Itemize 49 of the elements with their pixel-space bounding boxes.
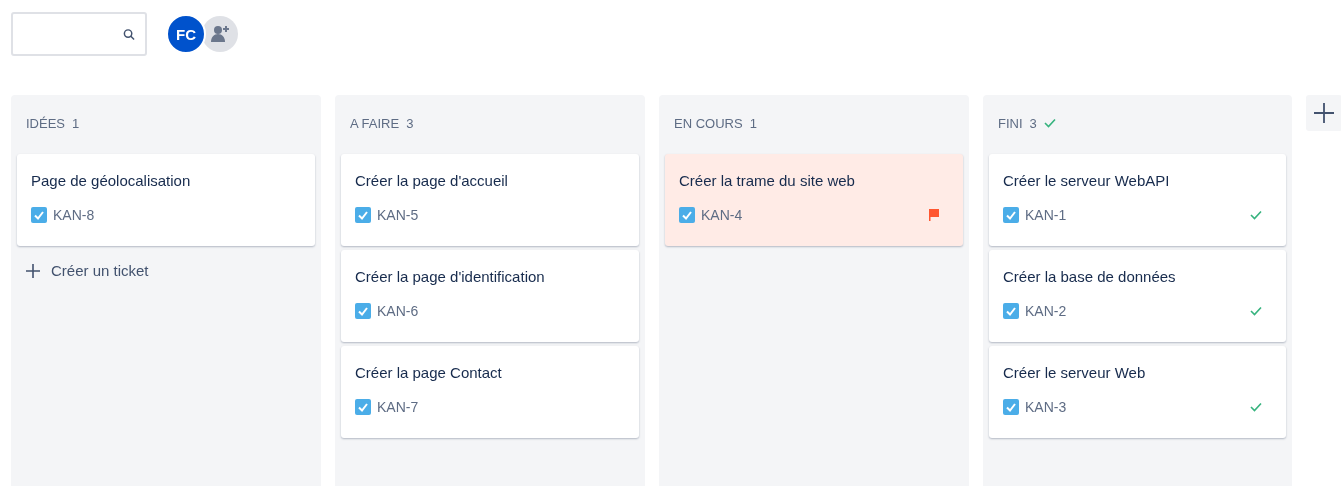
card-title: Page de géolocalisation	[31, 172, 192, 189]
task-icon	[679, 207, 695, 223]
add-user-icon[interactable]	[202, 16, 238, 52]
plus-icon	[26, 263, 40, 278]
issue-card[interactable]: Page de géolocalisation KAN-8	[17, 154, 315, 246]
search-field[interactable]	[11, 12, 147, 56]
issue-card[interactable]: Créer le serveur WebAPI KAN-1	[989, 154, 1286, 246]
issue-card[interactable]: Créer la page d'identification KAN-6	[341, 250, 639, 342]
issue-key: KAN-1	[1025, 207, 1067, 223]
plus-icon	[1314, 103, 1334, 123]
issue-count: 3	[1029, 115, 1037, 131]
task-icon	[355, 303, 371, 319]
create-ticket-button[interactable]: Créer un ticket	[17, 252, 158, 289]
issue-key: KAN-3	[1025, 399, 1067, 415]
card-title: Créer le serveur WebAPI	[1003, 172, 1171, 189]
task-icon	[1003, 399, 1019, 415]
issue-count: 3	[406, 115, 414, 131]
card-title: Créer la page d'accueil	[355, 172, 509, 189]
card-title: Créer la page d'identification	[355, 268, 546, 285]
issue-card[interactable]: Créer la trame du site web KAN-4	[665, 154, 963, 246]
card-title: Créer la trame du site web	[679, 172, 856, 189]
column-title: EN COURS	[674, 115, 743, 131]
card-title: Créer le serveur Web	[1003, 364, 1147, 381]
issue-card[interactable]: Créer la page Contact KAN-7	[341, 346, 639, 438]
column-title: A FAIRE	[350, 115, 400, 131]
task-icon	[355, 207, 371, 223]
card-title: Créer la base de données	[1003, 268, 1177, 285]
issue-key: KAN-8	[53, 207, 95, 223]
column-title: FINI	[998, 115, 1023, 131]
issue-card[interactable]: Créer le serveur Web KAN-3	[989, 346, 1286, 438]
issue-key: KAN-7	[377, 399, 419, 415]
issue-key: KAN-2	[1025, 303, 1067, 319]
task-icon	[31, 207, 47, 223]
task-icon	[1003, 207, 1019, 223]
task-icon	[1003, 303, 1019, 319]
issue-key: KAN-5	[377, 207, 419, 223]
issue-card[interactable]: Créer la page d'accueil KAN-5	[341, 154, 639, 246]
search-icon	[123, 27, 135, 41]
card-title: Créer la page Contact	[355, 364, 503, 381]
issue-key: KAN-6	[377, 303, 419, 319]
add-column-button[interactable]	[1306, 95, 1341, 131]
issue-key: KAN-4	[701, 207, 743, 223]
flag-icon	[929, 209, 939, 221]
issue-card[interactable]: Créer la base de données KAN-2	[989, 250, 1286, 342]
task-icon	[355, 399, 371, 415]
issue-count: 1	[72, 115, 80, 131]
issue-count: 1	[749, 115, 757, 131]
column-title: IDÉES	[26, 115, 65, 131]
user-avatar[interactable]: FC	[166, 14, 206, 54]
